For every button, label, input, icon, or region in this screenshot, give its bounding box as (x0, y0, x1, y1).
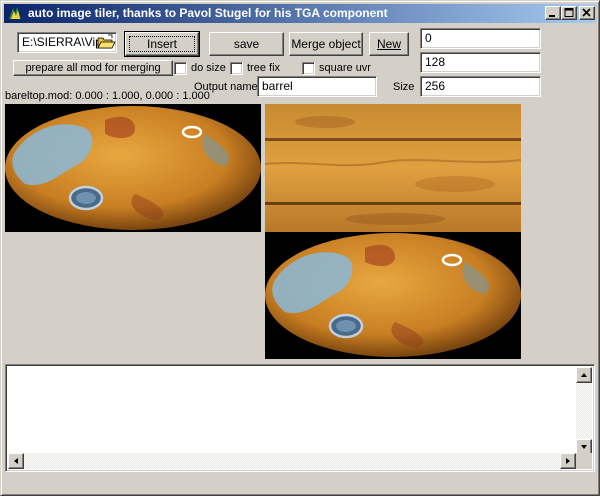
maximize-icon (564, 8, 574, 17)
window-title: auto image tiler, thanks to Pavol Stugel… (28, 6, 388, 20)
arrow-left-icon (14, 458, 18, 464)
insert-button[interactable]: Insert (124, 31, 200, 57)
barrel-side-preview (265, 104, 521, 232)
horizontal-scroll-track[interactable] (24, 453, 560, 469)
output-name-input[interactable]: barrel (257, 76, 377, 97)
value-field-1-text: 0 (425, 31, 432, 45)
value-field-2[interactable]: 128 (420, 52, 541, 73)
value-field-1[interactable]: 0 (420, 28, 541, 49)
output-name-value: barrel (262, 79, 293, 93)
size-input-value: 256 (425, 79, 446, 93)
barrel-side-image (265, 104, 521, 232)
barrel-top-preview (5, 104, 261, 232)
save-button-label: save (233, 37, 260, 51)
vertical-scroll-track[interactable] (576, 383, 592, 439)
prepare-merge-button[interactable]: prepare all mod for merging (13, 60, 173, 76)
minimize-button[interactable] (545, 6, 561, 20)
square-uvr-checkbox[interactable] (302, 62, 315, 75)
new-button[interactable]: New (369, 32, 409, 56)
title-bar[interactable]: auto image tiler, thanks to Pavol Stugel… (4, 4, 596, 23)
maximize-button[interactable] (561, 6, 577, 20)
scroll-up-button[interactable] (576, 367, 592, 383)
barrel-top-image (5, 104, 261, 232)
value-field-2-text: 128 (425, 55, 446, 69)
close-button[interactable] (579, 6, 595, 20)
barrel-bottom-image (265, 232, 521, 359)
mod-info-text: bareltop.mod: 0.000 : 1.000, 0.000 : 1.0… (5, 90, 210, 102)
size-label: Size (393, 81, 415, 93)
log-memo[interactable] (5, 364, 595, 472)
do-size-checkbox[interactable] (174, 62, 187, 75)
arrow-down-icon (581, 445, 587, 449)
prepare-merge-button-label: prepare all mod for merging (25, 62, 161, 74)
scroll-right-button[interactable] (560, 453, 576, 469)
app-icon (9, 7, 21, 19)
arrow-up-icon (581, 373, 587, 377)
merge-object-button-label: Merge object (291, 37, 361, 51)
save-button[interactable]: save (209, 32, 284, 56)
scroll-corner (576, 453, 592, 469)
square-uvr-label: square uvr (319, 62, 371, 74)
tree-fix-label: tree fix (247, 62, 281, 74)
scroll-left-button[interactable] (8, 453, 24, 469)
folder-open-icon (97, 34, 116, 49)
browse-folder-button[interactable] (96, 33, 116, 52)
size-input[interactable]: 256 (420, 76, 541, 97)
path-input-value: E:\SIERRA\Vip (22, 35, 102, 49)
new-button-label: New (376, 37, 401, 51)
focus-rect (129, 36, 195, 52)
merge-object-button[interactable]: Merge object (289, 32, 363, 56)
tree-fix-checkbox[interactable] (230, 62, 243, 75)
minimize-icon (549, 15, 555, 17)
barrel-bottom-preview (265, 232, 521, 359)
main-window: auto image tiler, thanks to Pavol Stugel… (0, 0, 600, 496)
close-icon (582, 8, 591, 17)
arrow-right-icon (566, 458, 570, 464)
do-size-label: do size (191, 62, 226, 74)
